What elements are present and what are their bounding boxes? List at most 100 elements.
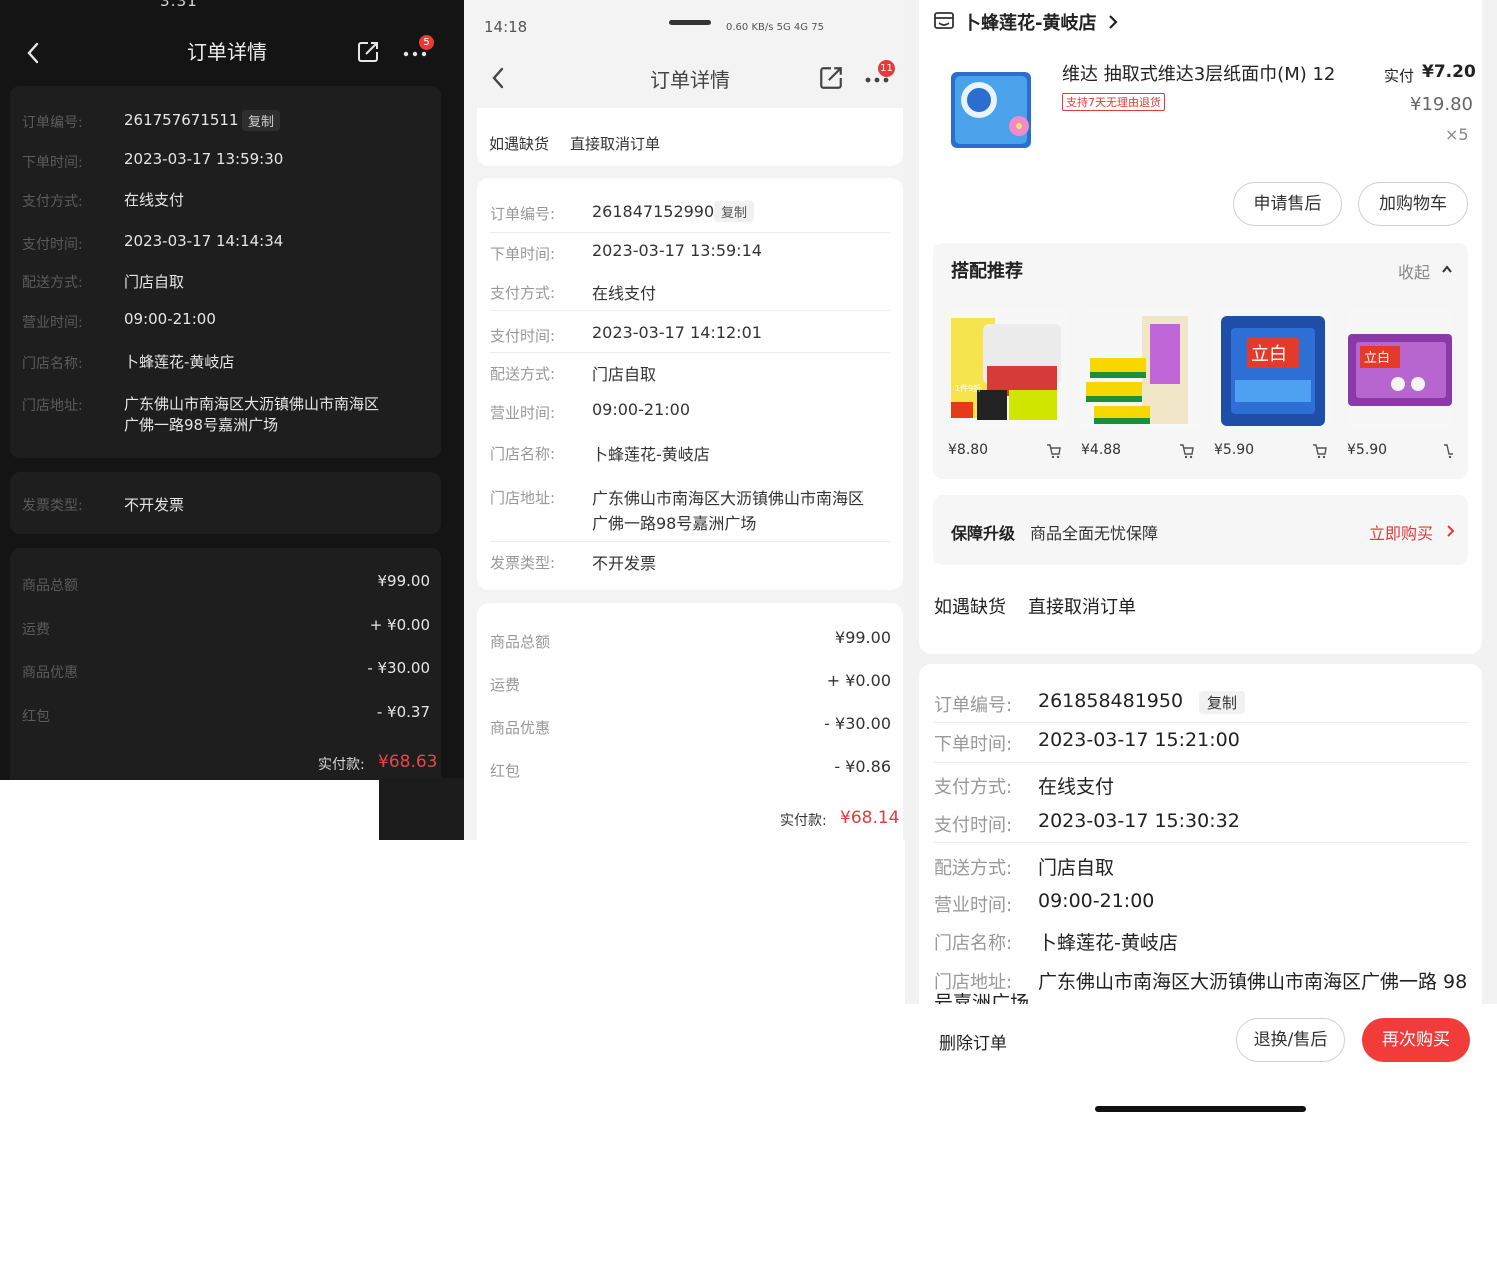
status-bar-indicators: 0.60 KB/s 5G 4G 75 [726,22,824,33]
buy-now-link[interactable]: 立即购买 [1369,520,1433,544]
share-icon[interactable] [356,40,380,64]
product-name[interactable]: 维达 抽取式维达3层纸面巾(M) 12 [1062,60,1335,86]
share-icon[interactable] [818,65,844,91]
hours-label: 营业时间: [490,404,556,422]
paid-label: 实付款: [318,757,365,773]
return-after-sale-button[interactable]: 退换/售后 [1236,1018,1345,1062]
order-time-value: 2023-03-17 13:59:30 [124,150,284,168]
recommend-item-price: ¥5.90 [1347,442,1388,458]
order-no-value: 261757671511 [124,111,239,129]
pay-time-value: 2023-03-17 15:30:32 [1038,810,1240,832]
store-value: 卜蜂莲花-黄岐店 [1038,932,1178,954]
tissue-pack-image [951,72,1031,148]
delivery-value: 门店自取 [1038,857,1115,879]
store-name[interactable]: 卜蜂莲花-黄岐店 [963,9,1096,35]
pay-time-value: 2023-03-17 14:12:01 [592,323,762,342]
pay-method-value: 在线支付 [592,284,657,303]
light-order-panel: 14:18 0.60 KB/s 5G 4G 75 订单详情 11 如遇缺货 直接… [464,0,905,840]
address-line2: 广佛一路98号嘉洲广场 [592,514,757,533]
cart-icon[interactable] [1179,443,1195,459]
order-detail-panel: 卜蜂莲花-黄岐店 维达 抽取式维达3层纸面巾(M) 12 支持7天无理由退货 实… [905,0,1497,1125]
order-time-label: 下单时间: [22,155,83,171]
pay-method-label: 支付方式: [934,777,1013,798]
stockout-label: 如遇缺货 [934,597,1006,618]
pay-time-value: 2023-03-17 14:14:34 [124,232,284,250]
recommend-item-image[interactable] [1080,310,1200,430]
divider [490,352,890,353]
shipping-value: + ¥0.00 [369,616,430,634]
detergent-bag-image: 立白 [1221,316,1325,426]
address-line1: 广东佛山市南海区大沥镇佛山市南海区广佛一路 98 [1038,971,1468,993]
invoice-value: 不开发票 [124,496,185,514]
copy-button[interactable]: 复制 [1199,691,1246,714]
pay-method-label: 支付方式: [22,194,83,210]
delivery-label: 配送方式: [490,365,556,383]
delete-order-button[interactable]: 删除订单 [939,1029,1007,1054]
discount-value: - ¥30.00 [824,714,891,733]
add-to-cart-button[interactable]: 加购物车 [1358,182,1468,226]
cart-icon[interactable] [1046,443,1062,459]
shipping-label: 运费 [490,676,521,694]
redpack-value: - ¥0.37 [376,703,430,721]
store-label: 门店名称: [934,933,1013,954]
delivery-label: 配送方式: [22,275,83,291]
discount-value: - ¥30.00 [367,659,430,677]
cart-icon[interactable] [1312,443,1328,459]
chevron-right-icon[interactable] [1107,13,1119,31]
pay-time-label: 支付时间: [934,815,1013,836]
recommend-item-image[interactable]: 1件9折 [947,310,1067,430]
soap-box-image: 立白 [1348,334,1452,406]
hours-label: 营业时间: [934,895,1013,916]
pay-time-label: 支付时间: [22,237,83,253]
order-no-label: 订单编号: [490,205,556,223]
divider [490,541,890,542]
copy-button[interactable]: 复制 [714,201,755,222]
paid-price: ¥7.20 [1422,62,1476,82]
stockout-value: 直接取消订单 [570,135,661,153]
address-label: 门店地址: [22,398,83,414]
cart-icon[interactable] [1443,443,1453,459]
pay-time-label: 支付时间: [490,327,556,345]
address-label: 门店地址: [490,489,556,507]
rebuy-button[interactable]: 再次购买 [1362,1018,1470,1062]
recommend-item-image[interactable]: 立白 [1346,310,1454,430]
product-image[interactable] [945,66,1037,152]
store-label: 门店名称: [490,445,556,463]
order-time-value: 2023-03-17 13:59:14 [592,241,762,260]
invoice-value: 不开发票 [592,554,657,573]
pay-method-label: 支付方式: [490,284,556,302]
hours-value: 09:00-21:00 [124,310,216,328]
apply-after-sale-button[interactable]: 申请售后 [1233,182,1342,226]
chevron-up-icon[interactable] [1440,263,1454,275]
order-time-value: 2023-03-17 15:21:00 [1038,729,1240,751]
order-no-label: 订单编号: [22,115,83,131]
hours-label: 营业时间: [22,315,83,331]
delivery-value: 门店自取 [592,365,657,384]
sponge-image [1086,316,1188,424]
paid-label: 实付款: [780,813,827,829]
hours-value: 09:00-21:00 [592,400,690,419]
address-line1: 广东佛山市南海区大沥镇佛山市南海区 [124,395,380,413]
garbage-bag-image: 1件9折 [951,318,1061,420]
chevron-right-icon[interactable] [1446,523,1456,539]
camera-notch [669,20,711,25]
recommend-title: 搭配推荐 [951,261,1023,282]
stockout-label: 如遇缺货 [489,135,550,153]
discount-label: 商品优惠 [22,665,78,681]
page-title: 订单详情 [187,40,267,64]
collapse-button[interactable]: 收起 [1398,259,1430,283]
goods-total-label: 商品总额 [22,578,78,594]
store-icon [934,12,954,29]
guarantee-title: 保障升级 [951,524,1016,543]
recommend-item-price: ¥5.90 [1214,442,1255,458]
thumb-label: 立白 [1364,350,1390,366]
goods-total-label: 商品总额 [490,633,551,651]
order-time-label: 下单时间: [490,245,556,263]
recommend-item-image[interactable]: 立白 [1213,310,1333,430]
notification-badge: 11 [878,60,895,77]
order-no-label: 订单编号: [934,695,1013,716]
divider [934,762,1468,763]
copy-button[interactable]: 复制 [242,110,281,131]
pay-method-value: 在线支付 [1038,776,1115,798]
store-label: 门店名称: [22,356,83,372]
